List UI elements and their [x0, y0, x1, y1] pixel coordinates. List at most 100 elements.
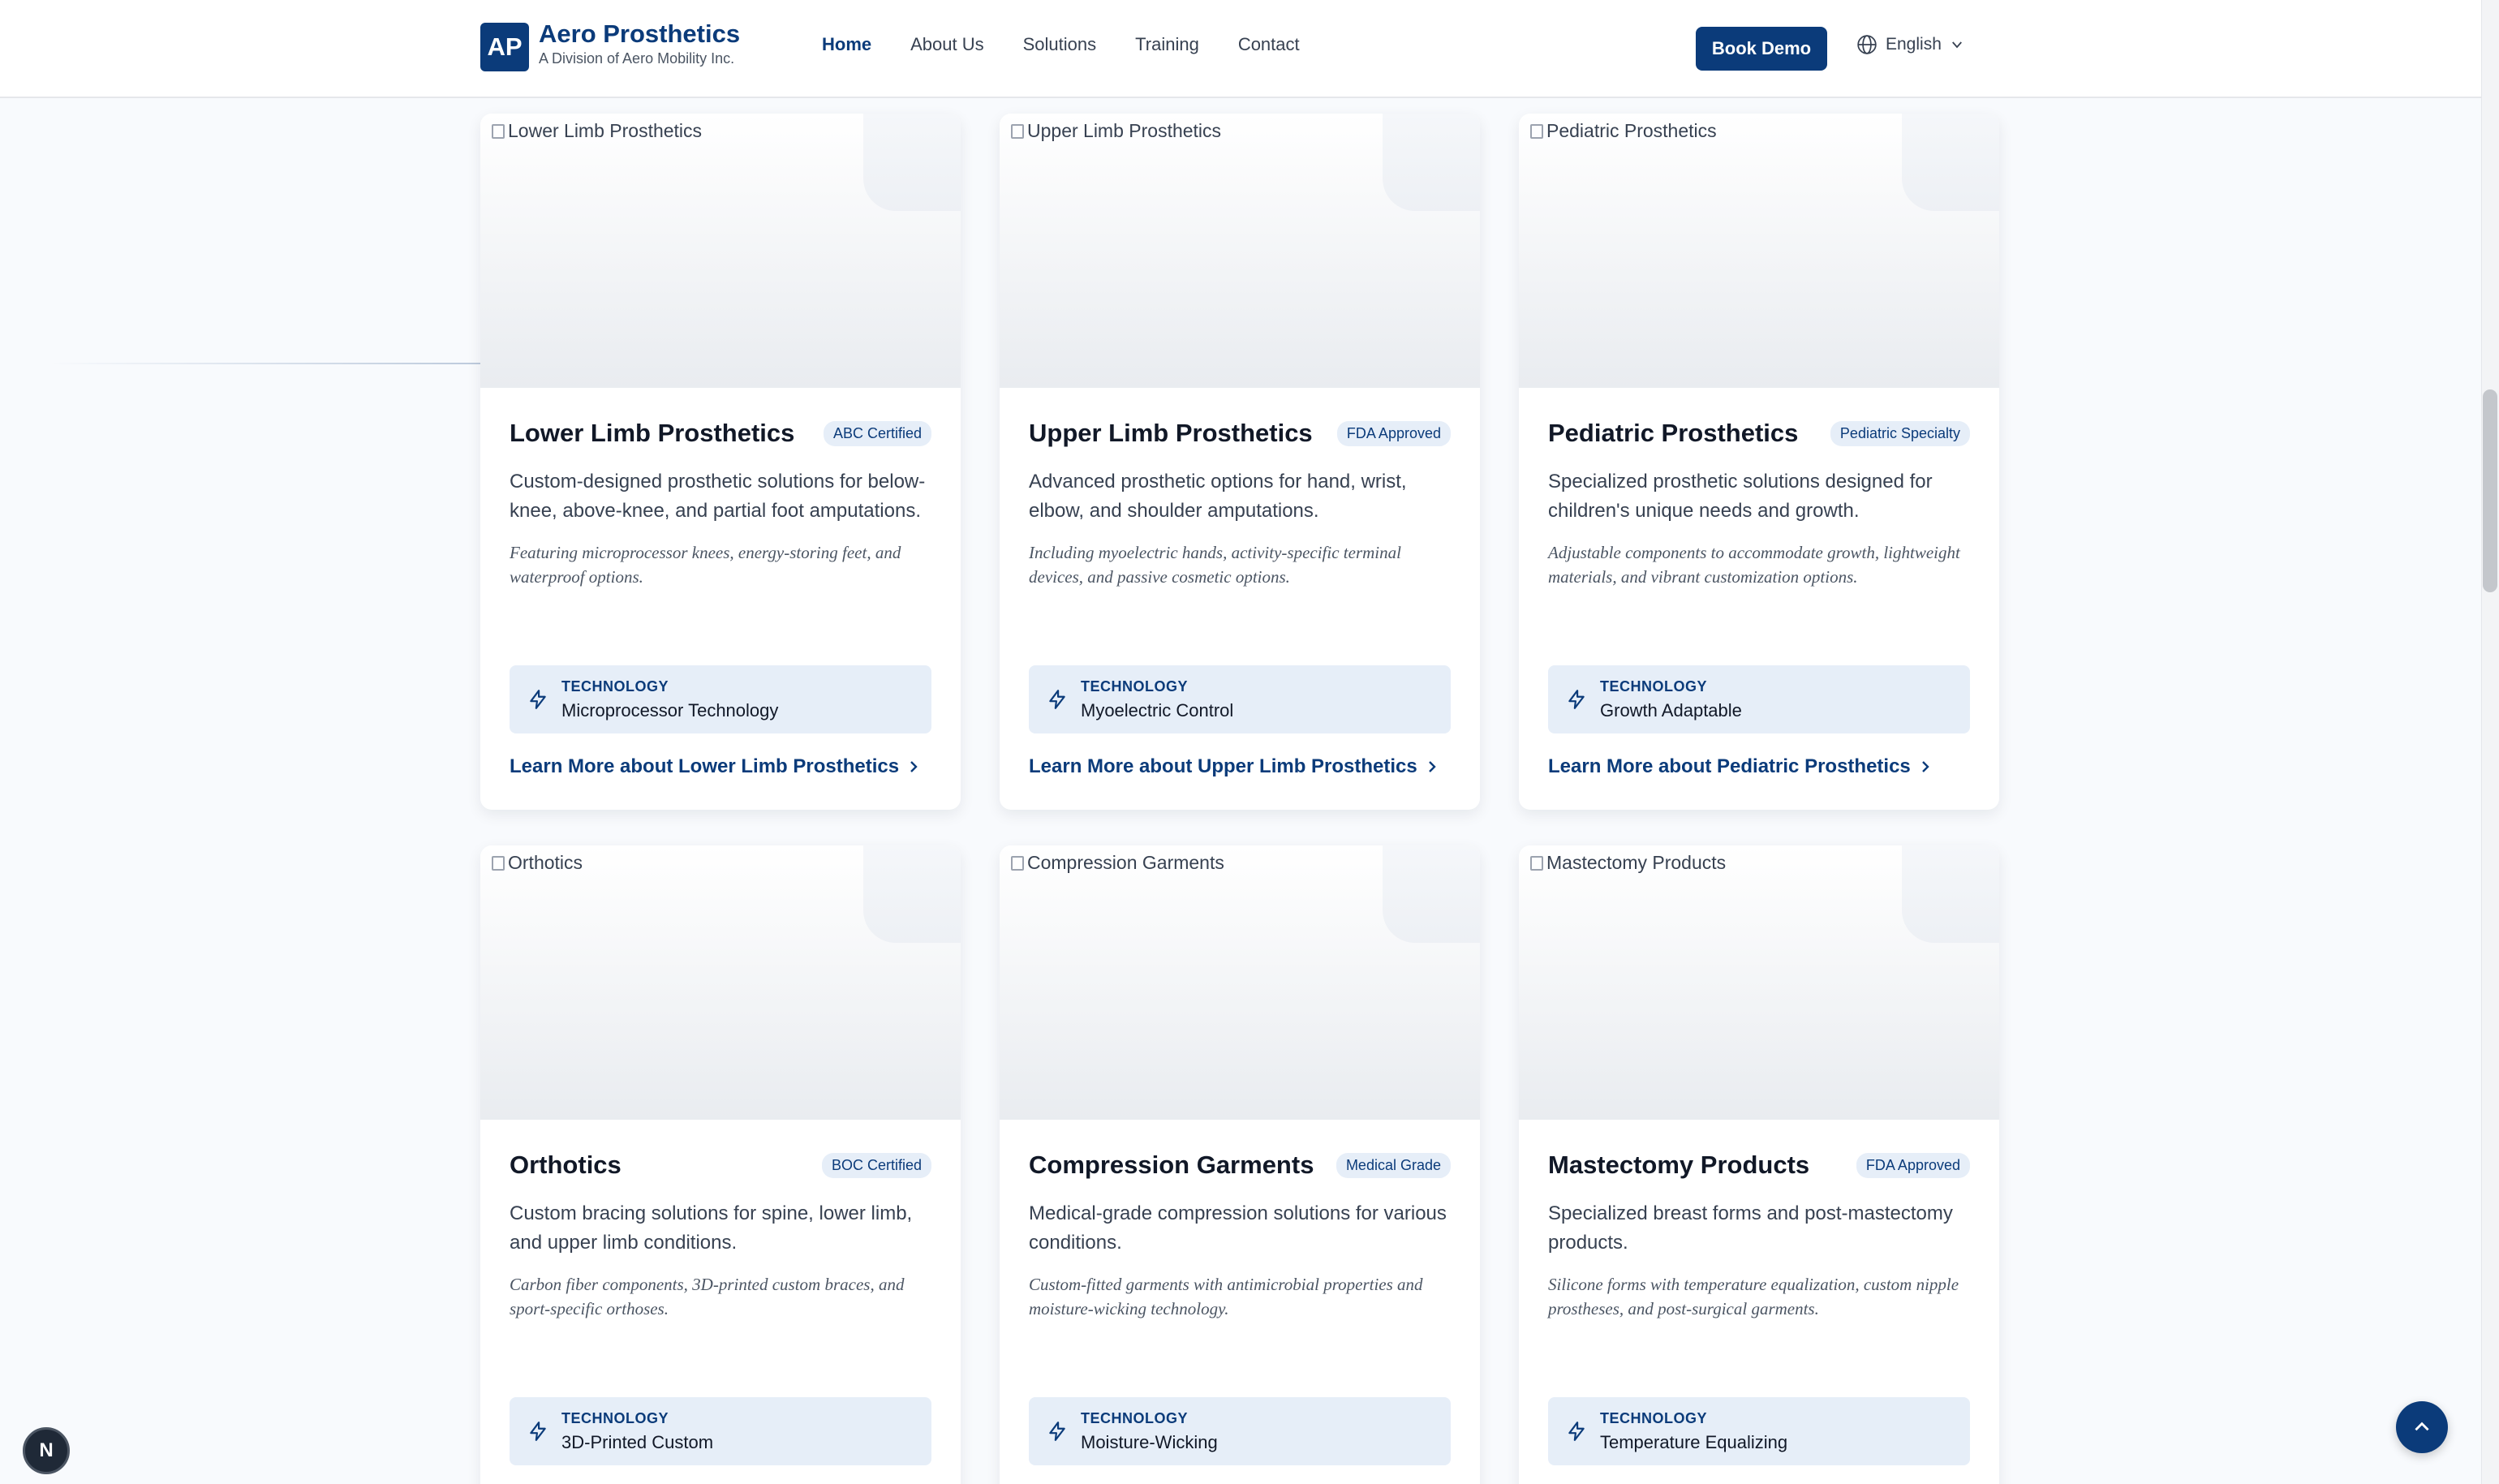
technology-value: Moisture-Wicking	[1081, 1431, 1218, 1452]
solution-card: Compression Garments Compression Garment…	[1000, 845, 1480, 1484]
technology-text: TECHNOLOGY 3D-Printed Custom	[561, 1410, 713, 1453]
card-title: Pediatric Prosthetics	[1548, 419, 1799, 447]
lightning-icon	[530, 690, 546, 709]
solution-card: Mastectomy Products Mastectomy Products …	[1519, 845, 1999, 1484]
card-body: Orthotics BOC Certified Custom bracing s…	[480, 1120, 961, 1484]
technology-label: TECHNOLOGY	[561, 677, 669, 695]
certification-badge: FDA Approved	[1856, 1152, 1970, 1178]
nav-about-us[interactable]: About Us	[910, 34, 984, 55]
card-title-row: Orthotics BOC Certified	[510, 1151, 931, 1180]
image-alt-text: Lower Limb Prosthetics	[492, 120, 702, 142]
image-alt-text: Compression Garments	[1011, 852, 1224, 874]
technology-label: TECHNOLOGY	[1600, 677, 1708, 695]
technology-text: TECHNOLOGY Temperature Equalizing	[1600, 1410, 1787, 1453]
learn-more-link[interactable]: Learn More about Pediatric Prosthetics	[1548, 755, 1930, 778]
card-title: Lower Limb Prosthetics	[510, 419, 795, 447]
card-description: Specialized breast forms and post-mastec…	[1548, 1202, 1953, 1254]
card-image: Orthotics	[480, 845, 961, 1120]
card-detail: Carbon fiber components, 3D-printed cust…	[510, 1275, 905, 1318]
lightning-icon	[530, 1422, 546, 1441]
card-title: Mastectomy Products	[1548, 1151, 1810, 1179]
learn-more-label: Learn More about Upper Limb Prosthetics	[1029, 755, 1417, 777]
card-title: Upper Limb Prosthetics	[1029, 419, 1313, 447]
technology-box: TECHNOLOGY Myoelectric Control	[1029, 665, 1451, 733]
card-detail: Featuring microprocessor knees, energy-s…	[510, 543, 901, 587]
chevron-up-icon	[2415, 1422, 2429, 1431]
language-selector[interactable]: English	[1856, 34, 1964, 55]
technology-box: TECHNOLOGY 3D-Printed Custom	[510, 1397, 931, 1465]
brand-subtitle: A Division of Aero Mobility Inc.	[539, 50, 735, 67]
card-description: Custom bracing solutions for spine, lowe…	[510, 1202, 913, 1254]
technology-value: Growth Adaptable	[1600, 699, 1742, 720]
solution-card: Upper Limb Prosthetics Upper Limb Prosth…	[1000, 114, 1480, 810]
scroll-to-top-button[interactable]	[2396, 1401, 2448, 1453]
card-title-row: Pediatric Prosthetics Pediatric Specialt…	[1548, 419, 1970, 448]
certification-badge: Medical Grade	[1336, 1152, 1451, 1178]
learn-more-link[interactable]: Learn More about Lower Limb Prosthetics	[510, 755, 918, 778]
technology-value: Temperature Equalizing	[1600, 1431, 1788, 1452]
technology-box: TECHNOLOGY Moisture-Wicking	[1029, 1397, 1451, 1465]
book-demo-button[interactable]: Book Demo	[1696, 27, 1827, 71]
certification-badge: Pediatric Specialty	[1830, 420, 1970, 446]
nav-contact[interactable]: Contact	[1238, 34, 1300, 55]
image-alt-text: Orthotics	[492, 852, 583, 874]
technology-value: Microprocessor Technology	[561, 699, 779, 720]
card-detail: Silicone forms with temperature equaliza…	[1548, 1275, 1959, 1318]
technology-label: TECHNOLOGY	[1081, 1409, 1189, 1426]
card-image: Pediatric Prosthetics	[1519, 114, 1999, 388]
technology-text: TECHNOLOGY Myoelectric Control	[1081, 678, 1233, 721]
image-alt-text: Mastectomy Products	[1530, 852, 1726, 874]
technology-box: TECHNOLOGY Growth Adaptable	[1548, 665, 1970, 733]
lightning-icon	[1049, 690, 1065, 709]
broken-image-icon	[1530, 855, 1543, 871]
image-alt-label: Mastectomy Products	[1546, 852, 1727, 873]
certification-badge: FDA Approved	[1336, 420, 1451, 446]
technology-value: Myoelectric Control	[1081, 699, 1234, 720]
card-description: Custom-designed prosthetic solutions for…	[510, 471, 926, 522]
technology-label: TECHNOLOGY	[1081, 677, 1189, 695]
card-image: Lower Limb Prosthetics	[480, 114, 961, 388]
card-image: Compression Garments	[1000, 845, 1480, 1120]
technology-label: TECHNOLOGY	[1600, 1409, 1708, 1426]
lightning-icon	[1049, 1422, 1065, 1441]
card-description: Specialized prosthetic solutions designe…	[1548, 471, 1933, 522]
nav-training[interactable]: Training	[1135, 34, 1199, 55]
card-detail: Adjustable components to accommodate gro…	[1548, 543, 1960, 587]
globe-icon	[1857, 35, 1877, 54]
image-alt-text: Upper Limb Prosthetics	[1011, 120, 1221, 142]
solution-card: Lower Limb Prosthetics Lower Limb Prosth…	[480, 114, 961, 810]
chevron-right-icon	[1428, 761, 1436, 772]
decorative-line	[49, 363, 480, 364]
card-title: Orthotics	[510, 1151, 622, 1179]
nav-home[interactable]: Home	[822, 34, 871, 55]
image-alt-label: Orthotics	[508, 852, 583, 873]
card-detail: Custom-fitted garments with antimicrobia…	[1029, 1275, 1423, 1318]
card-title-row: Compression Garments Medical Grade	[1029, 1151, 1451, 1180]
lightning-icon	[1568, 690, 1585, 709]
card-image: Upper Limb Prosthetics	[1000, 114, 1480, 388]
learn-more-label: Learn More about Pediatric Prosthetics	[1548, 755, 1911, 777]
logo-mark[interactable]: AP	[480, 23, 529, 71]
card-body: Pediatric Prosthetics Pediatric Specialt…	[1519, 388, 1999, 810]
nav-solutions[interactable]: Solutions	[1023, 34, 1097, 55]
card-title-row: Lower Limb Prosthetics ABC Certified	[510, 419, 931, 448]
card-image: Mastectomy Products	[1519, 845, 1999, 1120]
brand-name[interactable]: Aero Prosthetics	[539, 19, 740, 49]
dev-tools-badge[interactable]: N	[23, 1427, 70, 1474]
certification-badge: BOC Certified	[821, 1152, 931, 1178]
image-alt-label: Pediatric Prosthetics	[1546, 120, 1717, 141]
broken-image-icon	[492, 855, 505, 871]
site-header: AP Aero Prosthetics A Division of Aero M…	[0, 0, 2481, 98]
scrollbar[interactable]	[2481, 0, 2499, 1484]
chevron-right-icon	[910, 761, 918, 772]
solution-card: Orthotics Orthotics BOC Certified Custom…	[480, 845, 961, 1484]
card-body: Upper Limb Prosthetics FDA Approved Adva…	[1000, 388, 1480, 810]
image-alt-label: Lower Limb Prosthetics	[508, 120, 703, 141]
image-alt-label: Upper Limb Prosthetics	[1027, 120, 1222, 141]
learn-more-link[interactable]: Learn More about Upper Limb Prosthetics	[1029, 755, 1437, 778]
card-description: Medical-grade compression solutions for …	[1029, 1202, 1447, 1254]
card-title-row: Mastectomy Products FDA Approved	[1548, 1151, 1970, 1180]
language-label: English	[1886, 35, 1942, 54]
technology-text: TECHNOLOGY Moisture-Wicking	[1081, 1410, 1218, 1453]
scrollbar-thumb[interactable]	[2483, 389, 2497, 592]
